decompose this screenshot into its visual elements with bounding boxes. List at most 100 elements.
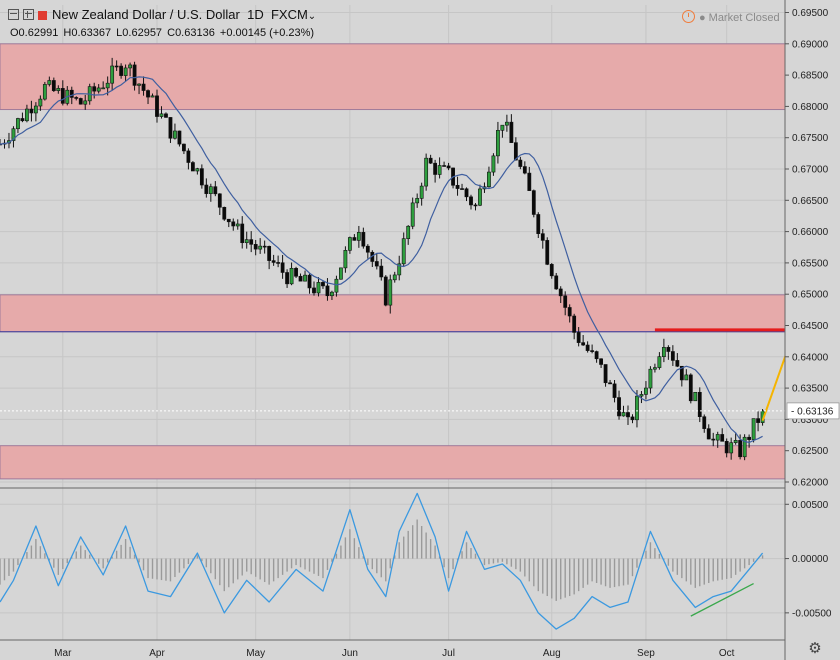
candle-body (285, 272, 289, 285)
candle-body (554, 275, 559, 290)
source-label[interactable]: FXCM (271, 7, 308, 22)
candle-body (253, 244, 258, 250)
candle-body (585, 344, 590, 351)
interval-label[interactable]: 1D (247, 7, 264, 22)
candle-body (644, 387, 648, 395)
candle-body (563, 295, 568, 308)
candle-body (388, 279, 393, 306)
collapse-icon[interactable] (8, 9, 19, 20)
price-tick-label: 0.66500 (792, 196, 829, 207)
candle-body (146, 90, 150, 98)
candle-body (29, 108, 34, 114)
candle-body (635, 395, 639, 421)
candle-body (92, 86, 97, 92)
price-tick-label: 0.69500 (792, 8, 829, 19)
market-status-text: Market Closed (708, 12, 780, 24)
candle-body (164, 113, 168, 118)
candle-body (406, 225, 411, 239)
candle-body (303, 274, 307, 282)
candle-body (321, 282, 325, 287)
candle-body (280, 262, 285, 273)
market-status[interactable]: ● Market Closed (682, 10, 780, 24)
candle-body (159, 113, 164, 117)
candle-body (657, 356, 662, 368)
candle-body (38, 98, 43, 107)
candle-body (114, 65, 119, 68)
candle-body (415, 198, 420, 204)
candle-body (590, 350, 595, 352)
gear-icon[interactable]: ⚙ (806, 640, 824, 658)
candle-body (177, 130, 182, 145)
candle-body (119, 65, 124, 76)
candle-body (150, 95, 155, 98)
clock-icon (682, 10, 695, 23)
candle-body (715, 434, 720, 441)
candle-body (509, 121, 514, 143)
candle-body (581, 342, 586, 346)
candle-body (330, 291, 334, 297)
low-value: L0.62957 (116, 27, 163, 39)
candle-body (621, 412, 626, 417)
expand-icon[interactable] (23, 9, 34, 20)
candle-body (339, 267, 343, 280)
candle-body (504, 121, 509, 126)
price-tick-label: 0.66000 (792, 227, 829, 238)
time-tick-label: Mar (54, 648, 72, 659)
candle-body (186, 150, 191, 163)
candle-body (352, 237, 357, 241)
candle-body (208, 186, 213, 194)
candle-body (83, 100, 88, 105)
candle-body (195, 168, 200, 172)
candle-body (231, 221, 236, 227)
candle-body (383, 276, 388, 306)
chevron-down-icon[interactable]: ⌄ (308, 11, 316, 22)
candle-body (190, 162, 195, 172)
price-tick-label: 0.67500 (792, 133, 829, 144)
candle-body (464, 188, 469, 198)
candle-body (56, 88, 61, 91)
candle-body (751, 418, 756, 440)
candle-body (626, 412, 630, 418)
candle-body (173, 130, 177, 139)
high-value: H0.63367 (63, 27, 112, 39)
candle-body (51, 80, 56, 91)
chart-canvas[interactable]: 0.69500 0.69000 0.68500 0.68000 0.67500 0.670… (0, 0, 840, 660)
price-tick-label: 0.68500 (792, 71, 829, 82)
symbol-title[interactable]: New Zealand Dollar / U.S. Dollar (52, 7, 240, 22)
candle-body (437, 165, 442, 175)
candle-body (720, 434, 725, 442)
candle-body (666, 347, 671, 352)
candle-body (572, 315, 577, 333)
candle-body (675, 360, 680, 367)
price-axis[interactable]: 0.69500 0.69000 0.68500 0.68000 0.67500 0.670… (784, 0, 840, 660)
candle-body (558, 288, 563, 297)
candle-body (356, 232, 361, 241)
candle-body (307, 274, 312, 289)
price-zone (0, 294, 786, 333)
candle-body (258, 245, 263, 250)
candle-body (531, 190, 536, 215)
chart-header: New Zealand Dollar / U.S. Dollar 1D FXCM… (8, 7, 316, 22)
candle-body (653, 367, 657, 370)
price-tick-label: 0.69000 (792, 39, 829, 50)
candle-body (738, 440, 743, 458)
candle-body (648, 368, 653, 389)
candle-body (392, 274, 397, 281)
candle-body (536, 214, 541, 234)
time-tick-label: Jun (342, 648, 358, 659)
price-tick-label: 0.68000 (792, 102, 829, 113)
candle-body (478, 188, 482, 206)
candle-body (141, 83, 146, 91)
price-tick-label: 0.65500 (792, 258, 829, 269)
candle-body (33, 105, 38, 114)
candle-body (128, 64, 132, 69)
candle-body (670, 351, 675, 361)
candle-body (747, 436, 752, 440)
current-price-label: - 0.63136 (791, 406, 834, 417)
candle-body (540, 233, 545, 241)
candle-body (16, 118, 20, 130)
time-axis[interactable]: Mar Apr May Jun Jul Aug Sep Oct (0, 639, 785, 659)
candle-body (594, 351, 599, 360)
candle-body (69, 89, 74, 98)
candle-body (442, 165, 446, 167)
